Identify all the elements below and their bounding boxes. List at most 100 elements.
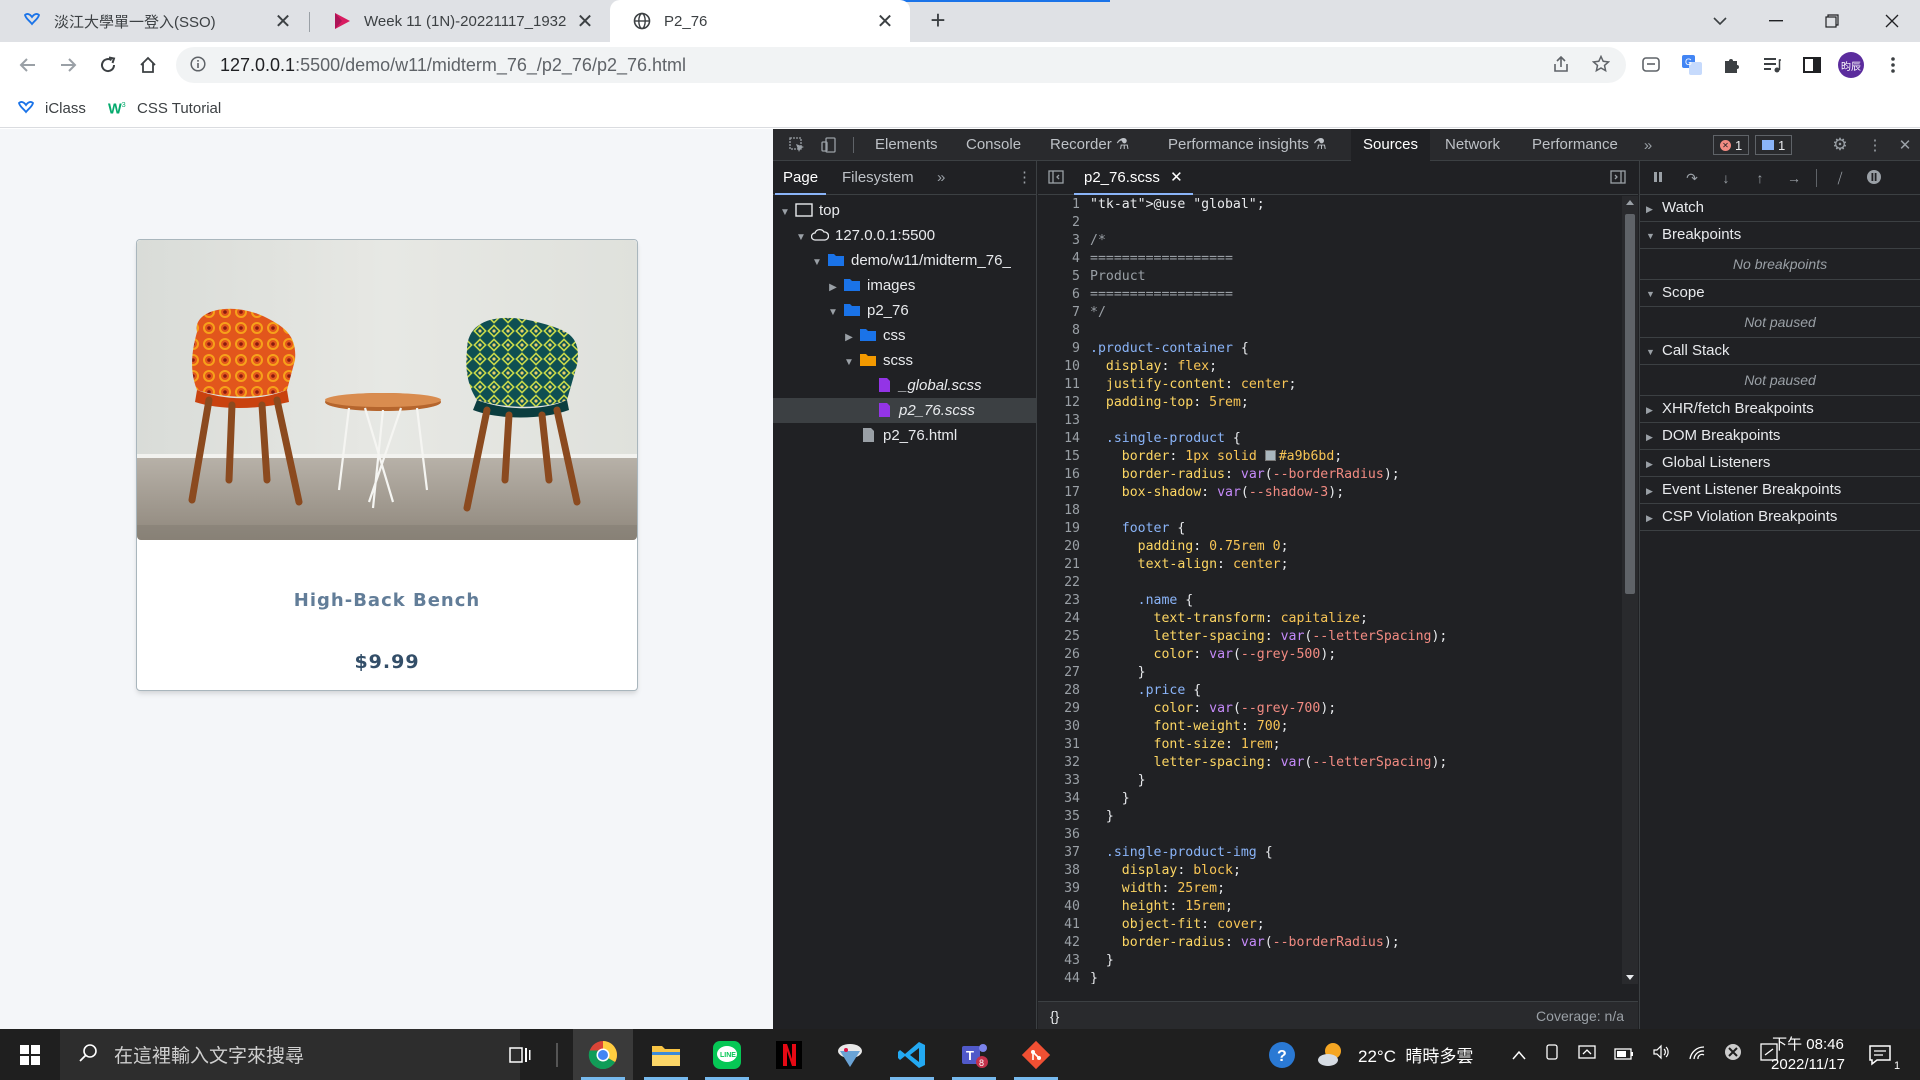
- volume-icon[interactable]: [1652, 1044, 1670, 1065]
- line-number[interactable]: 43: [1038, 952, 1086, 970]
- line-number[interactable]: 19: [1038, 520, 1086, 538]
- tree-item[interactable]: ▼ 127.0.0.1:5500: [773, 223, 1036, 248]
- bookmark-css-tutorial[interactable]: W3 CSS Tutorial: [108, 96, 221, 120]
- line-number[interactable]: 24: [1038, 610, 1086, 628]
- more-tabs-icon[interactable]: »: [1638, 135, 1658, 155]
- line-number[interactable]: 25: [1038, 628, 1086, 646]
- code-line[interactable]: 10 display: flex;: [1038, 358, 1622, 376]
- close-tab-icon[interactable]: ✕: [874, 9, 896, 34]
- pane-header[interactable]: ▶ XHR/fetch Breakpoints: [1640, 396, 1920, 423]
- tree-item[interactable]: p2_76.html: [773, 423, 1036, 448]
- scrollbar-thumb[interactable]: [1625, 214, 1635, 594]
- line-number[interactable]: 8: [1038, 322, 1086, 340]
- line-number[interactable]: 36: [1038, 826, 1086, 844]
- toggle-navigator-icon[interactable]: [1048, 169, 1064, 188]
- code-line[interactable]: 41 object-fit: cover;: [1038, 916, 1622, 934]
- profile-avatar[interactable]: 昀辰: [1838, 52, 1864, 78]
- code-line[interactable]: 24 text-transform: capitalize;: [1038, 610, 1622, 628]
- line-number[interactable]: 41: [1038, 916, 1086, 934]
- code-line[interactable]: 5 Product: [1038, 268, 1622, 286]
- line-number[interactable]: 7: [1038, 304, 1086, 322]
- code-line[interactable]: 19 footer {: [1038, 520, 1622, 538]
- code-line[interactable]: 43 }: [1038, 952, 1622, 970]
- chrome-app-icon[interactable]: [573, 1029, 633, 1080]
- code-line[interactable]: 3 /*: [1038, 232, 1622, 250]
- back-icon[interactable]: [12, 49, 44, 81]
- git-app-icon[interactable]: [1006, 1029, 1066, 1080]
- code-line[interactable]: 29 color: var(--grey-700);: [1038, 700, 1622, 718]
- scroll-down-icon[interactable]: [1626, 975, 1634, 980]
- tree-item[interactable]: ▼ top: [773, 198, 1036, 223]
- code-line[interactable]: 13: [1038, 412, 1622, 430]
- tab-search-icon[interactable]: [1692, 0, 1748, 42]
- line-number[interactable]: 27: [1038, 664, 1086, 682]
- line-number[interactable]: 28: [1038, 682, 1086, 700]
- code-line[interactable]: 11 justify-content: center;: [1038, 376, 1622, 394]
- forward-icon[interactable]: [52, 49, 84, 81]
- line-number[interactable]: 23: [1038, 592, 1086, 610]
- code-line[interactable]: 27 }: [1038, 664, 1622, 682]
- line-number[interactable]: 38: [1038, 862, 1086, 880]
- vscode-icon[interactable]: [882, 1029, 942, 1080]
- caret-down-icon[interactable]: ▼: [827, 300, 839, 325]
- settings-gear-icon[interactable]: ⚙: [1830, 135, 1850, 155]
- code-line[interactable]: 30 font-weight: 700;: [1038, 718, 1622, 736]
- line-number[interactable]: 12: [1038, 394, 1086, 412]
- line-number[interactable]: 39: [1038, 880, 1086, 898]
- tree-item[interactable]: ▶ css: [773, 323, 1036, 348]
- line-number[interactable]: 5: [1038, 268, 1086, 286]
- tab-week11[interactable]: Week 11 (1N)-20221117_1932 ✕: [310, 0, 610, 42]
- step-over-icon[interactable]: ↷: [1682, 169, 1702, 187]
- windows-start-icon[interactable]: [0, 1029, 60, 1080]
- tab-p2-76[interactable]: P2_76 ✕: [610, 0, 910, 42]
- code-line[interactable]: 34 }: [1038, 790, 1622, 808]
- inspect-element-icon[interactable]: [787, 135, 807, 155]
- tab-elements[interactable]: Elements: [863, 129, 950, 161]
- line-number[interactable]: 1: [1038, 196, 1086, 214]
- close-tab-icon[interactable]: ✕: [574, 9, 596, 34]
- code-line[interactable]: 20 padding: 0.75rem 0;: [1038, 538, 1622, 556]
- code-line[interactable]: 39 width: 25rem;: [1038, 880, 1622, 898]
- code-line[interactable]: 16 border-radius: var(--borderRadius);: [1038, 466, 1622, 484]
- pretty-print-button[interactable]: {}: [1050, 1008, 1059, 1024]
- code-line[interactable]: 8: [1038, 322, 1622, 340]
- line-number[interactable]: 16: [1038, 466, 1086, 484]
- line-number[interactable]: 15: [1038, 448, 1086, 466]
- code-line[interactable]: 25 letter-spacing: var(--letterSpacing);: [1038, 628, 1622, 646]
- file-explorer-icon[interactable]: [636, 1029, 696, 1080]
- tab-sso[interactable]: 淡江大學單一登入(SSO) ✕: [0, 0, 308, 42]
- tab-console[interactable]: Console: [954, 129, 1033, 161]
- line-number[interactable]: 31: [1038, 736, 1086, 754]
- bookmark-iclass[interactable]: iClass: [16, 96, 86, 120]
- line-number[interactable]: 13: [1038, 412, 1086, 430]
- site-info-icon[interactable]: [190, 55, 206, 75]
- show-hidden-icons-icon[interactable]: [1512, 1045, 1526, 1065]
- code-line[interactable]: 37 .single-product-img {: [1038, 844, 1622, 862]
- new-tab-button[interactable]: +: [923, 6, 953, 36]
- line-number[interactable]: 37: [1038, 844, 1086, 862]
- code-line[interactable]: 12 padding-top: 5rem;: [1038, 394, 1622, 412]
- tree-item[interactable]: p2_76.scss: [773, 398, 1036, 423]
- line-number[interactable]: 21: [1038, 556, 1086, 574]
- code-line[interactable]: 31 font-size: 1rem;: [1038, 736, 1622, 754]
- devtools-menu-icon[interactable]: ⋮: [1865, 135, 1885, 155]
- code-line[interactable]: 7 */: [1038, 304, 1622, 322]
- code-lines[interactable]: 1 "tk-at">@use "global"; 2 3 /* 4 ============…: [1038, 196, 1622, 984]
- line-number[interactable]: 4: [1038, 250, 1086, 268]
- pane-header[interactable]: ▶ Event Listener Breakpoints: [1640, 477, 1920, 504]
- side-panel-icon[interactable]: [1799, 52, 1825, 78]
- step-into-icon[interactable]: ↓: [1716, 169, 1736, 187]
- line-number[interactable]: 26: [1038, 646, 1086, 664]
- device-icon[interactable]: [1544, 1044, 1560, 1065]
- extension-chat-icon[interactable]: [1638, 52, 1664, 78]
- tab-performance[interactable]: Performance: [1520, 129, 1630, 161]
- code-line[interactable]: 26 color: var(--grey-500);: [1038, 646, 1622, 664]
- tab-recorder[interactable]: Recorder ⚗: [1038, 129, 1141, 161]
- pane-header[interactable]: ▼ Scope: [1640, 280, 1920, 307]
- media-control-icon[interactable]: [1759, 52, 1785, 78]
- extensions-puzzle-icon[interactable]: [1719, 52, 1745, 78]
- netflix-icon[interactable]: [759, 1029, 819, 1080]
- pane-header[interactable]: ▶ CSP Violation Breakpoints: [1640, 504, 1920, 531]
- caret-down-icon[interactable]: ▼: [795, 225, 807, 250]
- pause-on-exceptions-icon[interactable]: [1864, 169, 1884, 187]
